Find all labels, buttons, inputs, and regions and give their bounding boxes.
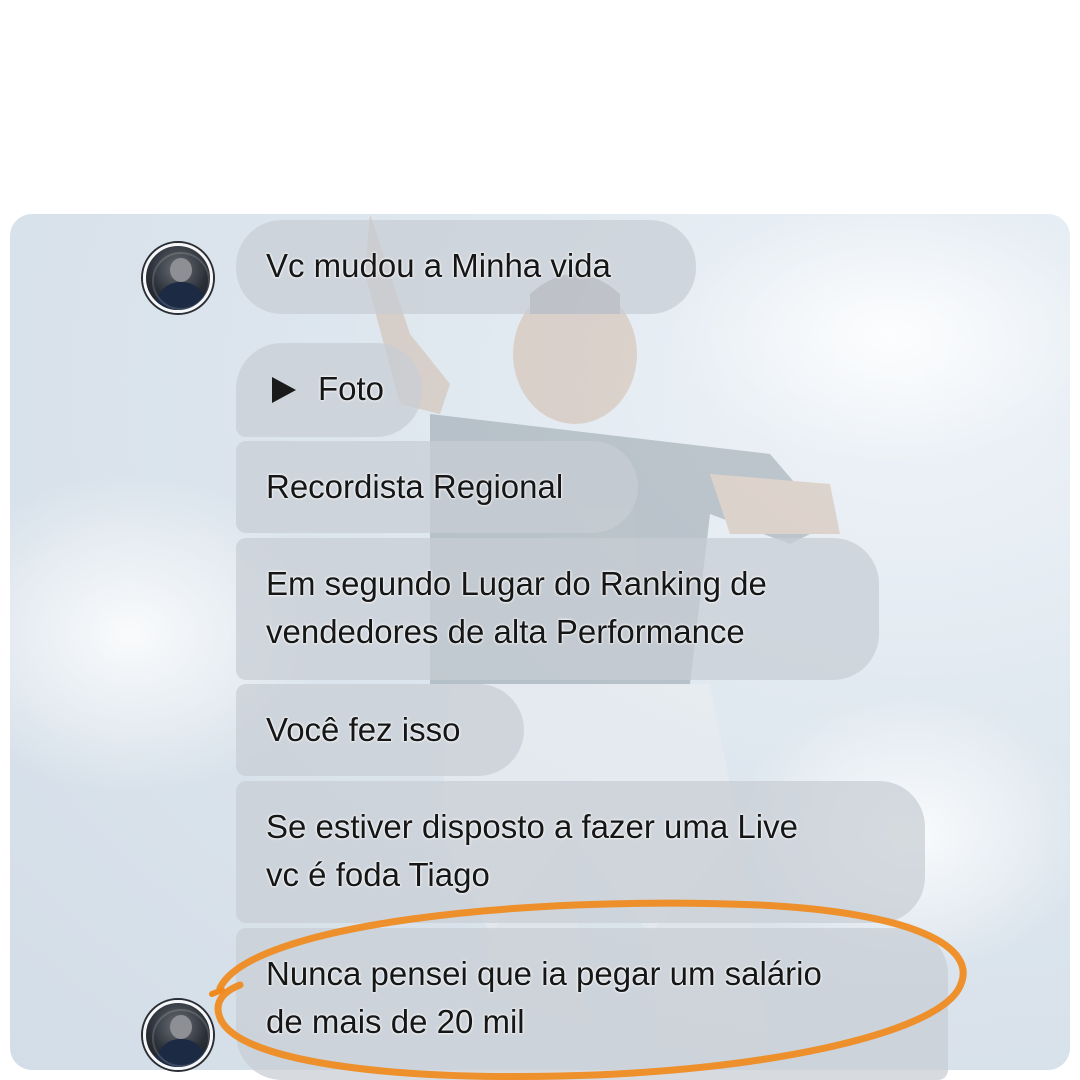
photo-label: Foto xyxy=(318,370,385,407)
message-text-line: Se estiver disposto a fazer uma Live xyxy=(266,808,798,845)
message-text-line: de mais de 20 mil xyxy=(266,1003,525,1040)
message-bubble[interactable]: Vc mudou a Minha vida xyxy=(236,220,696,314)
message-text: Vc mudou a Minha vida xyxy=(266,247,611,284)
avatar[interactable] xyxy=(143,243,213,313)
message-text-line: Nunca pensei que ia pegar um salário xyxy=(266,955,822,992)
message-text-line: Em segundo Lugar do Ranking de xyxy=(266,565,767,602)
photo-message-bubble[interactable]: Foto xyxy=(236,343,422,437)
message-text: Recordista Regional xyxy=(266,468,564,505)
message-bubble[interactable]: Se estiver disposto a fazer uma Live vc … xyxy=(236,781,925,923)
message-bubble[interactable]: Em segundo Lugar do Ranking de vendedore… xyxy=(236,538,879,680)
message-bubble[interactable]: Você fez isso xyxy=(236,684,524,776)
message-bubble[interactable]: Recordista Regional xyxy=(236,441,638,533)
message-text-line: vendedores de alta Performance xyxy=(266,613,745,650)
highlighted-message-bubble[interactable]: Nunca pensei que ia pegar um salário de … xyxy=(236,928,948,1080)
play-icon xyxy=(272,377,296,403)
message-text-line: vc é foda Tiago xyxy=(266,856,490,893)
message-text: Você fez isso xyxy=(266,711,461,748)
avatar[interactable] xyxy=(143,1000,213,1070)
